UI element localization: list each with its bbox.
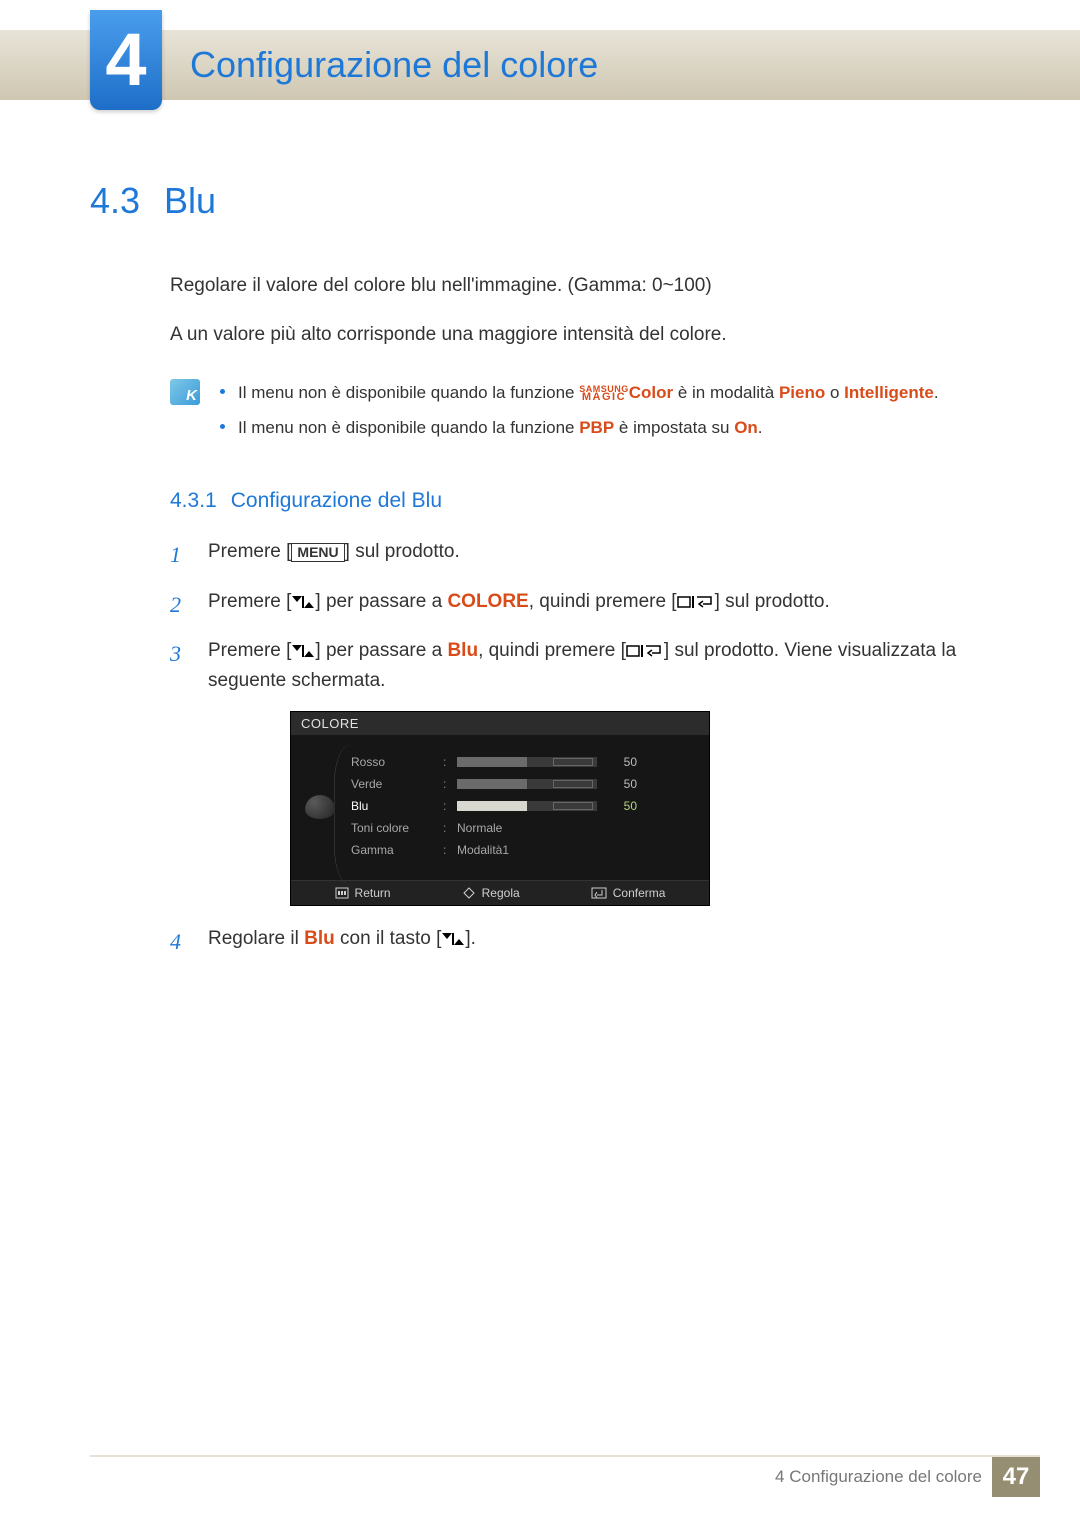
osd-footer-return: Return <box>335 886 391 900</box>
osd-title: COLORE <box>291 712 709 735</box>
step-number: 3 <box>170 636 190 697</box>
page-footer: 4 Configurazione del colore 47 <box>0 1457 1080 1497</box>
osd-label: Blu <box>351 799 437 813</box>
page-number: 47 <box>992 1457 1040 1497</box>
down-up-icon <box>441 932 465 946</box>
step-4: 4 Regolare il Blu con il tasto []. <box>170 924 990 959</box>
note-block: K Il menu non è disponibile quando la fu… <box>170 379 990 449</box>
subsection-number: 4.3.1 <box>170 489 217 513</box>
down-up-icon <box>291 644 315 658</box>
intro-paragraph-2: A un valore più alto corrisponde una mag… <box>170 321 990 350</box>
down-up-icon <box>291 595 315 609</box>
footer-rule <box>90 1455 1040 1457</box>
samsung-magic-logo: SAMSUNGMAGIC <box>579 385 629 403</box>
section-heading: 4.3 Blu <box>90 180 990 222</box>
intro-paragraph-1: Regolare il valore del colore blu nell'i… <box>170 272 990 301</box>
osd-value: 50 <box>603 799 637 813</box>
osd-screenshot: COLORE Rosso : 50 Verde : 50 Blu : 50 <box>290 711 710 906</box>
osd-value: 50 <box>603 777 637 791</box>
note-item-1: Il menu non è disponibile quando la funz… <box>220 379 990 406</box>
slider-verde <box>457 779 597 789</box>
osd-label: Verde <box>351 777 437 791</box>
osd-label: Toni colore <box>351 821 437 835</box>
footer-text: 4 Configurazione del colore <box>775 1467 982 1487</box>
osd-row-gamma: Gamma : Modalità1 <box>351 839 693 861</box>
step-3: 3 Premere [] per passare a Blu, quindi p… <box>170 636 990 697</box>
chapter-title: Configurazione del colore <box>190 44 598 86</box>
palette-icon <box>305 795 335 819</box>
osd-footer-adjust: Regola <box>462 886 520 900</box>
section-number: 4.3 <box>90 180 140 222</box>
osd-row-rosso: Rosso : 50 <box>351 751 693 773</box>
osd-row-blu: Blu : 50 <box>351 795 693 817</box>
slider-blu <box>457 801 597 811</box>
osd-arc-decoration <box>334 745 354 885</box>
menu-button-icon: MENU <box>291 543 344 562</box>
return-icon <box>335 887 349 899</box>
page-content: 4.3 Blu Regolare il valore del colore bl… <box>90 180 990 973</box>
osd-value: Modalità1 <box>457 843 509 857</box>
source-enter-icon <box>677 595 715 609</box>
section-title: Blu <box>164 180 216 222</box>
osd-row-toni: Toni colore : Normale <box>351 817 693 839</box>
osd-label: Gamma <box>351 843 437 857</box>
osd-footer-confirm: Conferma <box>591 886 666 900</box>
note-item-2: Il menu non è disponibile quando la funz… <box>220 414 990 441</box>
step-1: 1 Premere [MENU] sul prodotto. <box>170 537 990 572</box>
step-2: 2 Premere [] per passare a COLORE, quind… <box>170 587 990 622</box>
osd-value: Normale <box>457 821 502 835</box>
source-enter-icon <box>626 644 664 658</box>
chapter-number-badge: 4 <box>90 10 162 110</box>
adjust-icon <box>462 887 476 899</box>
osd-row-verde: Verde : 50 <box>351 773 693 795</box>
confirm-icon <box>591 887 607 899</box>
step-number: 2 <box>170 587 190 622</box>
subsection-title: Configurazione del Blu <box>231 489 442 513</box>
note-icon: K <box>170 379 200 405</box>
subsection-heading: 4.3.1 Configurazione del Blu <box>170 489 990 513</box>
step-number: 1 <box>170 537 190 572</box>
slider-rosso <box>457 757 597 767</box>
steps-list: 1 Premere [MENU] sul prodotto. 2 Premere… <box>170 537 990 696</box>
step-number: 4 <box>170 924 190 959</box>
steps-list-continued: 4 Regolare il Blu con il tasto []. <box>170 924 990 959</box>
osd-value: 50 <box>603 755 637 769</box>
osd-label: Rosso <box>351 755 437 769</box>
